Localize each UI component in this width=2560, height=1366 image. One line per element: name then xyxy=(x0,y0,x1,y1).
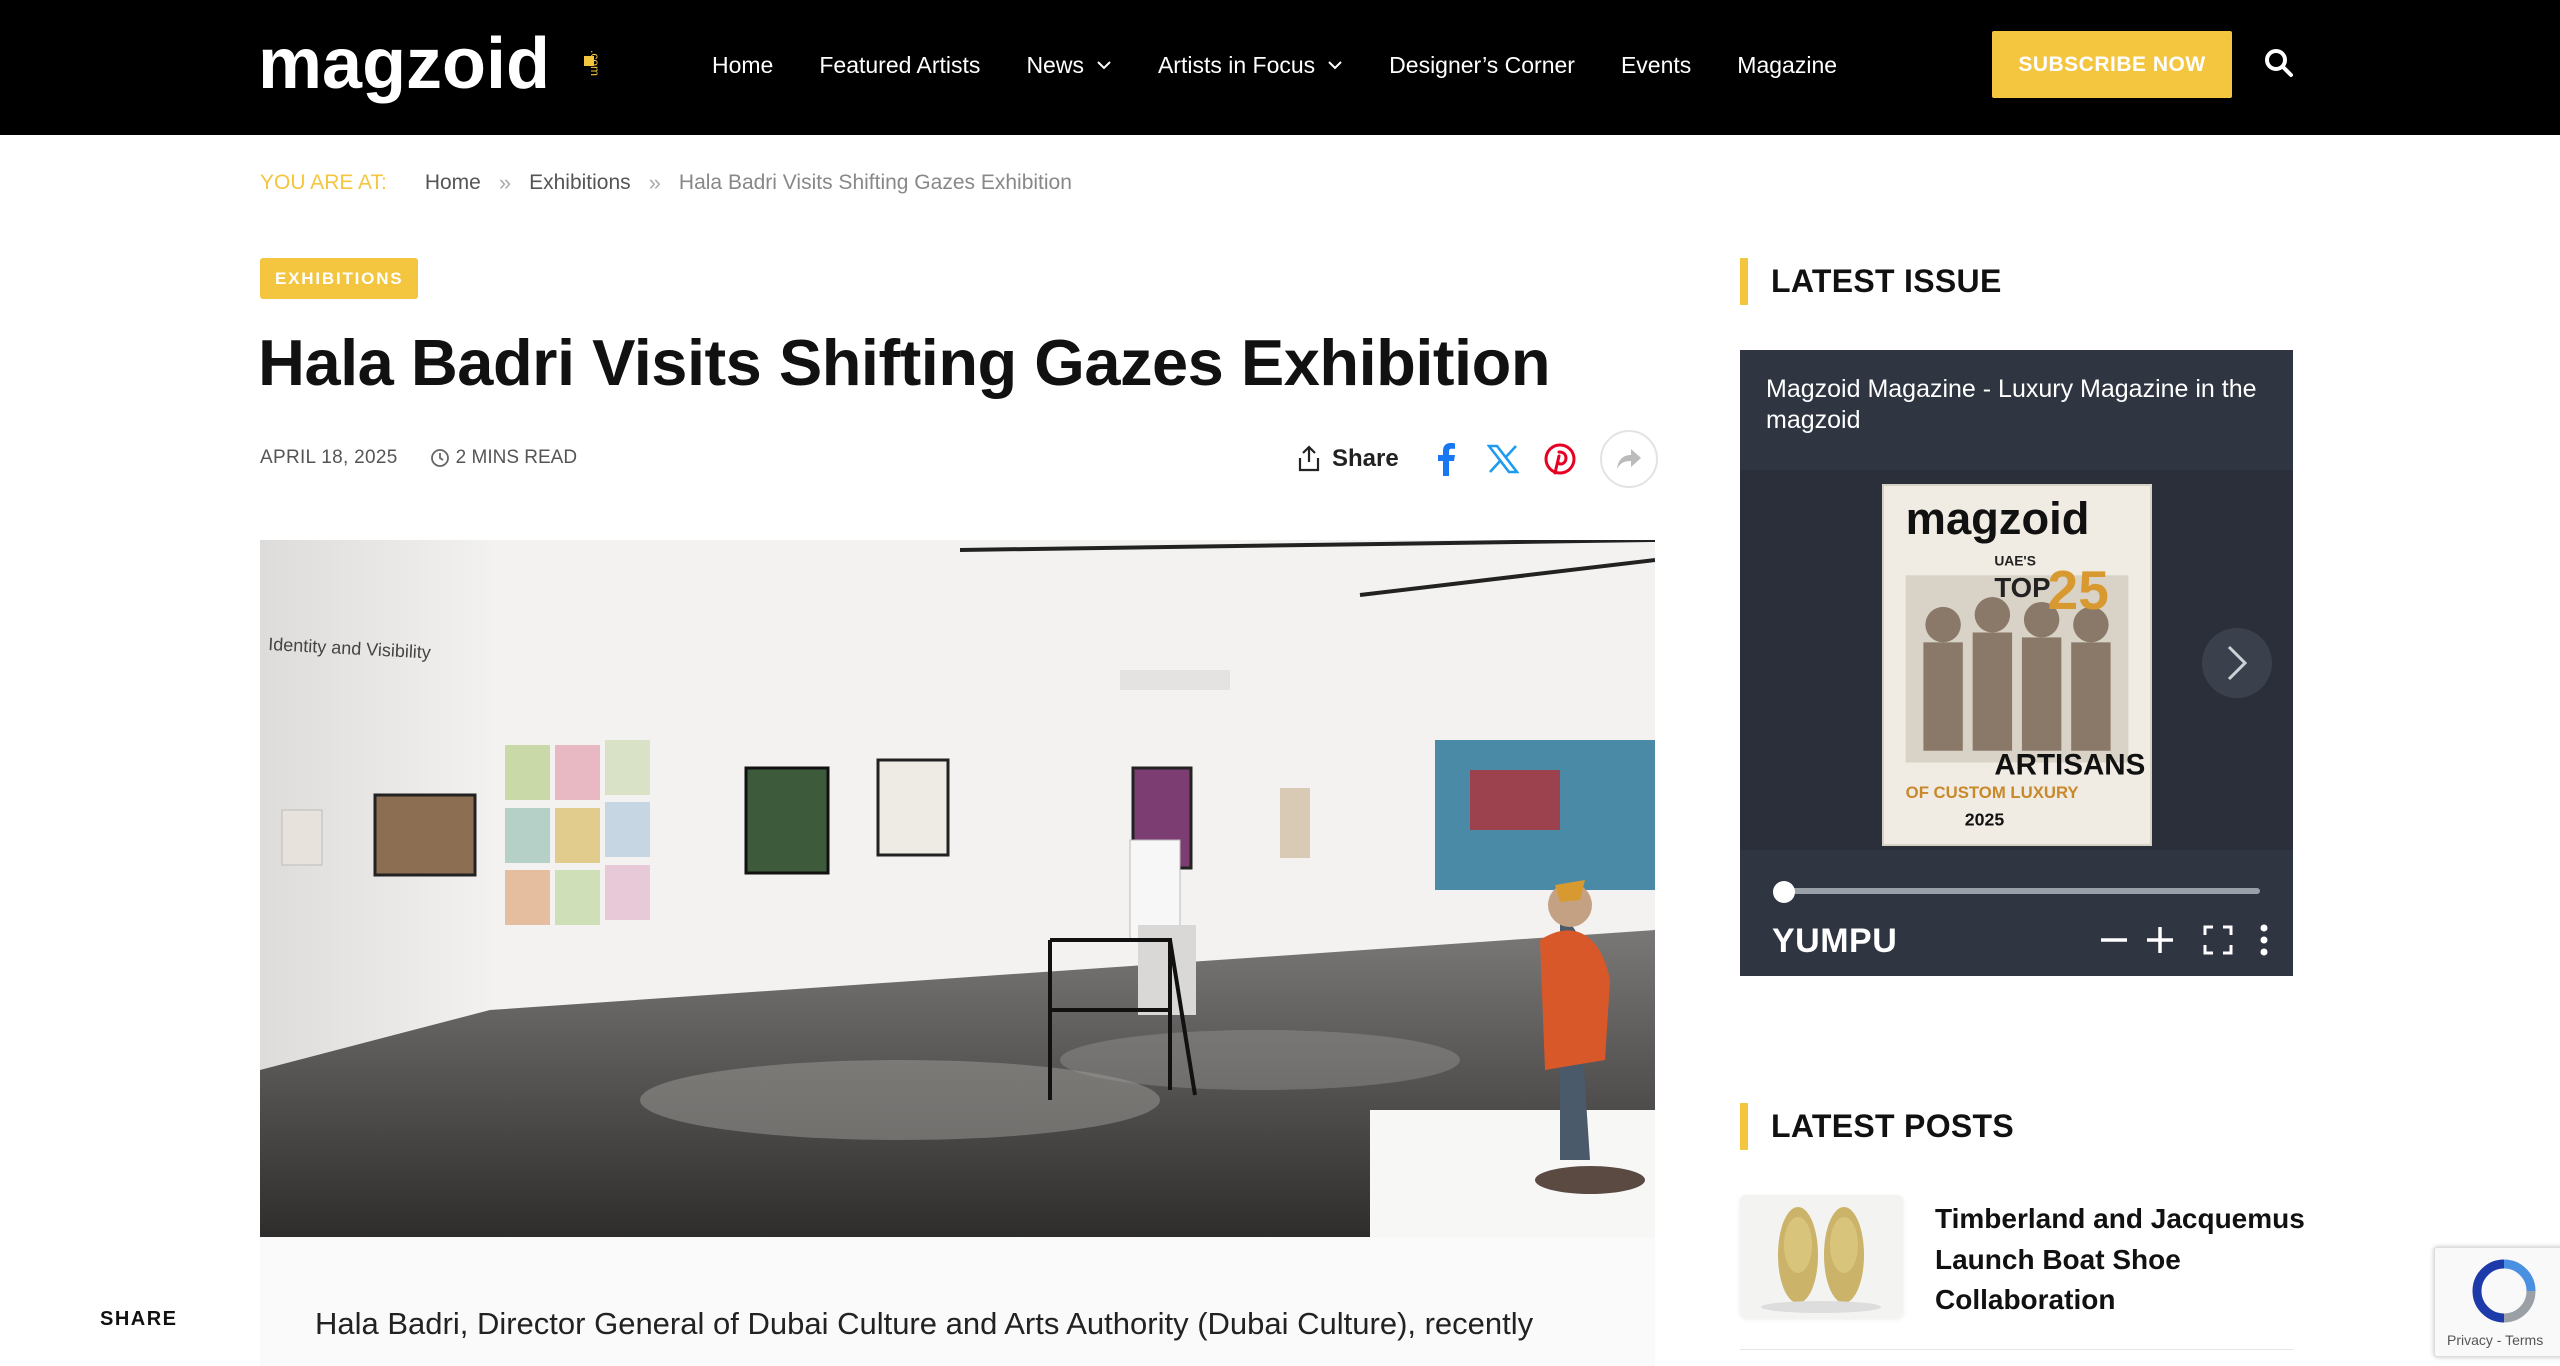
article-body-text: Hala Badri, Director General of Dubai Cu… xyxy=(315,1306,1534,1341)
fullscreen-icon[interactable] xyxy=(2200,922,2236,958)
facebook-icon[interactable] xyxy=(1429,442,1463,476)
share-label: Share xyxy=(1332,445,1399,472)
nav-events-label: Events xyxy=(1620,51,1692,78)
recaptcha-icon xyxy=(2472,1259,2536,1323)
zoom-in-icon[interactable] xyxy=(2142,922,2178,958)
forward-arrow-icon xyxy=(1616,449,1641,469)
next-page-button[interactable] xyxy=(2202,628,2272,698)
magazine-cover[interactable]: magzoid UAE'S TOP 25 ARTISANS OF CUSTOM … xyxy=(1882,484,2152,846)
breadcrumb-separator: » xyxy=(648,170,661,195)
hero-image: Identity and Visibility xyxy=(260,540,1655,1237)
share-icon xyxy=(1298,445,1320,472)
nav-artists-in-focus[interactable]: Artists in Focus xyxy=(1158,52,1343,79)
cover-year: 2025 xyxy=(1965,810,2005,830)
search-icon[interactable] xyxy=(2264,48,2294,78)
nav-featured-artists[interactable]: Featured Artists xyxy=(819,52,980,79)
nav-news-label: News xyxy=(1026,51,1084,78)
cover-number: 25 xyxy=(2048,559,2109,621)
x-icon[interactable] xyxy=(1486,442,1520,476)
post-thumbnail[interactable] xyxy=(1740,1195,1903,1317)
cover-headline: ARTISANS xyxy=(1994,748,2145,781)
nav-events[interactable]: Events xyxy=(1621,52,1691,79)
zoom-out-icon[interactable] xyxy=(2096,922,2132,958)
cover-brand: magzoid xyxy=(1906,493,2090,544)
nav-featured-artists-label: Featured Artists xyxy=(819,51,981,78)
list-item[interactable]: Timberland and Jacquemus Launch Boat Sho… xyxy=(1740,1195,2305,1350)
pinterest-icon[interactable] xyxy=(1543,442,1577,476)
cover-top: TOP xyxy=(1994,572,2050,603)
post-title[interactable]: Timberland and Jacquemus Launch Boat Sho… xyxy=(1935,1199,2305,1321)
nav-home[interactable]: Home xyxy=(712,52,773,79)
issue-title[interactable]: Magzoid Magazine - Luxury Magazine in th… xyxy=(1766,374,2293,437)
nav-designers-corner-label: Designer’s Corner xyxy=(1389,51,1575,78)
article-meta: APRIL 18, 2025 2 MINS READ xyxy=(260,447,577,469)
publish-date: APRIL 18, 2025 xyxy=(260,447,398,468)
chevron-down-icon xyxy=(1328,61,1342,70)
side-share-label[interactable]: SHARE xyxy=(100,1308,178,1331)
nav-news[interactable]: News xyxy=(1026,52,1112,79)
more-options-icon[interactable] xyxy=(2246,922,2282,958)
main-nav: Home Featured Artists News Artists in Fo… xyxy=(712,0,1883,130)
share-bar: Share xyxy=(1296,430,1658,488)
share-button[interactable]: Share xyxy=(1296,445,1399,473)
viewer-brand[interactable]: YUMPU xyxy=(1772,922,1897,961)
site-header: magzoid .com Home Featured Artists News … xyxy=(0,0,2560,135)
nav-artists-in-focus-label: Artists in Focus xyxy=(1157,51,1316,78)
logo-suffix: .com xyxy=(588,50,598,76)
category-badge[interactable]: EXHIBITIONS xyxy=(260,258,419,299)
cover-kicker: UAE'S xyxy=(1994,553,2036,568)
breadcrumb-separator: » xyxy=(498,170,512,195)
subscribe-button[interactable]: SUBSCRIBE NOW xyxy=(1992,31,2232,98)
read-time: 2 MINS READ xyxy=(430,447,577,469)
recaptcha-badge[interactable]: Privacy - Terms xyxy=(2434,1247,2560,1357)
breadcrumb-label: YOU ARE AT: xyxy=(260,171,387,194)
latest-issue-heading: LATEST ISSUE xyxy=(1740,258,2002,305)
more-share-button[interactable] xyxy=(1599,430,1658,488)
nav-designers-corner[interactable]: Designer’s Corner xyxy=(1389,52,1575,79)
read-time-label: 2 MINS READ xyxy=(455,447,578,468)
nav-magazine[interactable]: Magazine xyxy=(1737,52,1837,79)
clock-icon xyxy=(430,449,449,467)
breadcrumb-current: Hala Badri Visits Shifting Gazes Exhibit… xyxy=(678,171,1072,194)
recaptcha-links[interactable]: Privacy - Terms xyxy=(2447,1332,2543,1348)
breadcrumb-exhibitions[interactable]: Exhibitions xyxy=(529,171,631,195)
article-title: Hala Badri Visits Shifting Gazes Exhibit… xyxy=(258,326,1551,399)
breadcrumb: YOU ARE AT: Home » Exhibitions » Hala Ba… xyxy=(260,170,1072,196)
nav-home-label: Home xyxy=(712,51,774,78)
site-logo[interactable]: magzoid .com xyxy=(258,20,598,110)
page-slider-handle[interactable] xyxy=(1773,881,1795,903)
chevron-right-icon xyxy=(2227,645,2248,681)
cover-subhead: OF CUSTOM LUXURY xyxy=(1906,783,2079,802)
breadcrumb-home[interactable]: Home xyxy=(425,171,481,195)
latest-posts-heading: LATEST POSTS xyxy=(1740,1103,2014,1150)
logo-text: magzoid xyxy=(258,24,550,104)
page-slider[interactable] xyxy=(1773,881,2260,903)
magazine-viewer: Magzoid Magazine - Luxury Magazine in th… xyxy=(1740,350,2293,976)
chevron-down-icon xyxy=(1097,61,1111,70)
nav-magazine-label: Magazine xyxy=(1737,51,1838,78)
